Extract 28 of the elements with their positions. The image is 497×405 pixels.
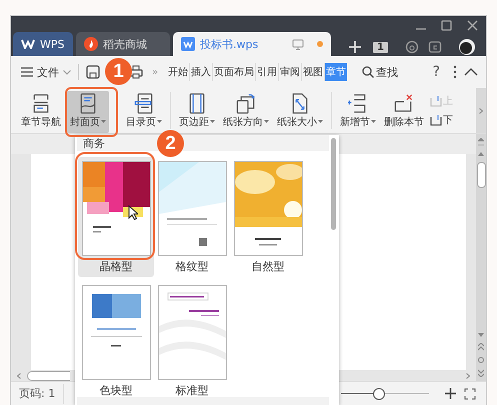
ribbon-tab[interactable]: 引用 [255,63,278,81]
step-badge: 1 [105,58,132,85]
ribbon-button[interactable]: 页边距 [177,91,217,133]
search-button[interactable]: 查找 [362,64,398,80]
document-tab[interactable]: WPS [13,32,73,56]
ribbon-tab[interactable]: 开始 [167,63,190,81]
ribbon-button[interactable]: 纸张大小 [275,91,325,133]
cover-template[interactable]: 格纹型 [154,157,230,277]
cover-template[interactable]: 自然型 [230,157,306,277]
ribbon-button[interactable]: 新增节 [338,91,378,133]
ribbon-tab[interactable]: 审阅 [278,63,302,81]
ribbon-button[interactable]: 纸张方向 [221,91,271,133]
ribbon-button[interactable]: 封面页 [67,91,109,133]
ribbon-tab[interactable]: 页面布局 [212,63,256,81]
file-menu-button[interactable]: 文件 [21,64,71,80]
ribbon-tab[interactable]: 插入 [189,63,212,81]
ribbon-button[interactable]: 目录页 [124,91,164,133]
page-number: 页码: 1 [19,386,56,401]
ribbon-button[interactable]: 删除本节 [382,91,426,133]
document-tab[interactable]: 投标书.wps [173,32,331,56]
help-button[interactable]: ? [432,64,440,80]
cover-template[interactable]: 标准型 [154,281,230,401]
cover-template[interactable]: 晶格型 [78,157,154,277]
ribbon-button[interactable]: 下 [430,112,453,127]
cover-template[interactable]: 色块型 [78,281,154,401]
ribbon-button[interactable]: 章节导航 [19,91,63,133]
tab-count-badge[interactable]: 1 [373,42,388,52]
document-tab[interactable]: 稻壳商城 [76,32,170,56]
